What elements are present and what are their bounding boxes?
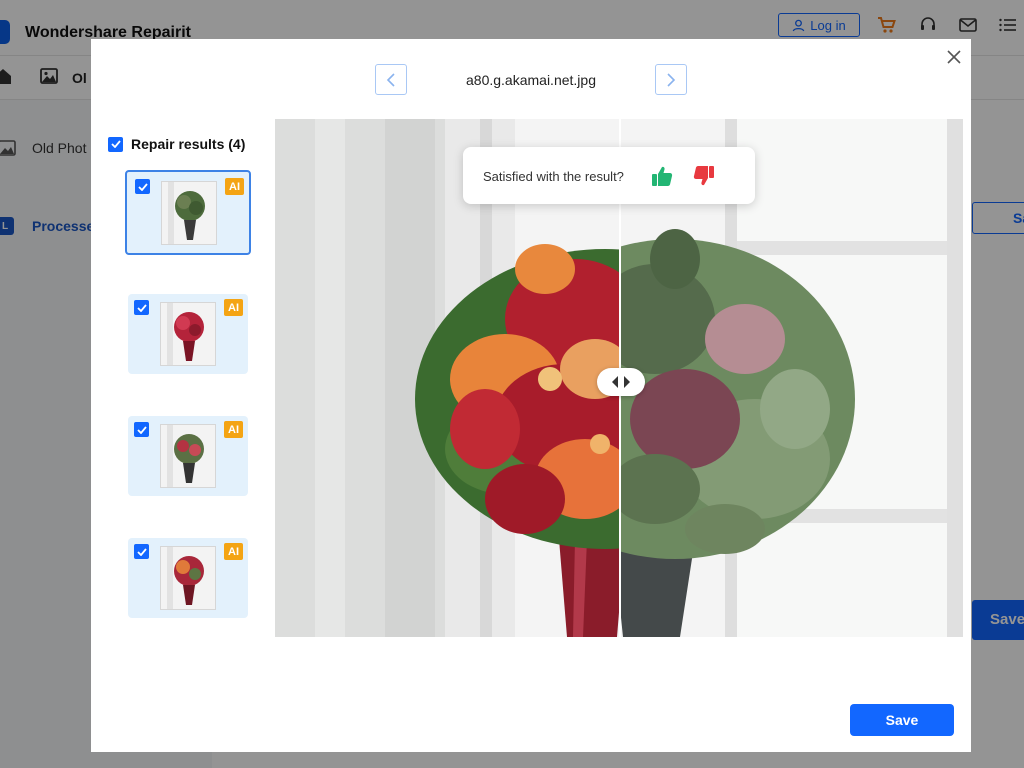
thumbnail-image: [160, 424, 216, 488]
feedback-question: Satisfied with the result?: [483, 169, 624, 184]
arrow-right-icon: [624, 376, 630, 388]
check-icon: [136, 547, 147, 556]
thumbs-down-button[interactable]: [693, 165, 717, 189]
next-image-button[interactable]: [655, 64, 687, 95]
ai-badge: AI: [225, 178, 244, 195]
thumbnail-image: [160, 302, 216, 366]
thumbs-up-icon: [652, 166, 673, 186]
thumbnail-image: [161, 181, 217, 245]
feedback-prompt: Satisfied with the result?: [463, 147, 755, 204]
result-checkbox[interactable]: [135, 179, 150, 194]
result-checkbox[interactable]: [134, 422, 149, 437]
previous-image-button[interactable]: [375, 64, 407, 95]
result-thumbnail-2[interactable]: AI: [128, 294, 248, 374]
result-checkbox[interactable]: [134, 544, 149, 559]
thumbs-up-button[interactable]: [651, 165, 675, 189]
repair-results-header: Repair results (4): [108, 136, 245, 152]
thumbnail-image: [160, 546, 216, 610]
save-button[interactable]: Save: [850, 704, 954, 736]
compare-slider-handle[interactable]: [597, 368, 645, 396]
close-icon: [947, 50, 961, 64]
thumbs-down-icon: [693, 166, 714, 186]
result-thumbnail-4[interactable]: AI: [128, 538, 248, 618]
chevron-left-icon: [386, 72, 395, 87]
check-icon: [136, 425, 147, 434]
chevron-right-icon: [667, 72, 676, 87]
result-thumbnail-1[interactable]: AI: [125, 170, 251, 255]
result-checkbox[interactable]: [134, 300, 149, 315]
file-name: a80.g.akamai.net.jpg: [466, 72, 596, 88]
select-all-checkbox[interactable]: [108, 136, 123, 152]
repair-result-dialog: a80.g.akamai.net.jpg Repair results (4) …: [91, 39, 971, 752]
check-icon: [110, 140, 121, 148]
repair-results-label: Repair results (4): [131, 136, 246, 152]
check-icon: [136, 303, 147, 312]
arrow-left-icon: [612, 376, 618, 388]
ai-badge: AI: [224, 421, 243, 438]
result-thumbnail-3[interactable]: AI: [128, 416, 248, 496]
check-icon: [137, 182, 148, 191]
ai-badge: AI: [224, 299, 243, 316]
close-button[interactable]: [944, 47, 964, 67]
ai-badge: AI: [224, 543, 243, 560]
